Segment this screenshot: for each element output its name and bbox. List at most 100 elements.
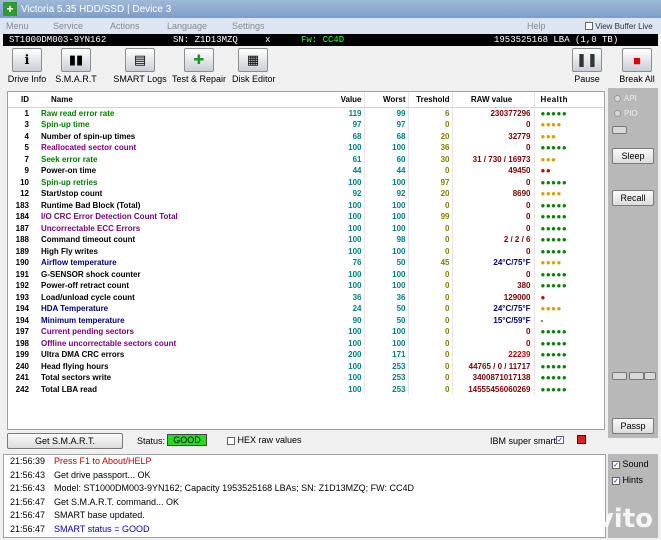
api-radio[interactable]: API: [614, 94, 637, 103]
test-repair-button[interactable]: ✚ Test & Repair: [170, 48, 228, 88]
table-row[interactable]: 240 Head flying hours 100 253 0 44765 / 0 / 1…: [8, 360, 604, 372]
smart-value: 44: [331, 165, 365, 177]
table-row[interactable]: 198 Offline uncorrectable sectors count 10…: [8, 337, 604, 349]
scroll-mid-button[interactable]: [629, 372, 644, 380]
break-all-label: Break All: [619, 74, 655, 84]
hex-raw-checkbox[interactable]: [227, 436, 235, 445]
table-row[interactable]: 9 Power-on time 44 44 0 49450 ●●: [8, 165, 604, 177]
pause-button[interactable]: ❚❚ Pause: [566, 48, 608, 88]
table-row[interactable]: 197 Current pending sectors 100 100 0 0 ●●●●●: [8, 326, 604, 338]
break-all-button[interactable]: ■ Break All: [616, 48, 658, 88]
smart-raw: 0: [452, 119, 535, 131]
smart-id: 192: [15, 281, 29, 290]
col-header-treshold[interactable]: Treshold: [408, 92, 453, 108]
recall-button[interactable]: Recall: [612, 190, 654, 206]
log-message: SMART base updated.: [54, 510, 145, 521]
scroll-left-button[interactable]: [612, 372, 627, 380]
col-header-raw[interactable]: RAW value: [452, 92, 535, 108]
avito-watermark: Avito: [577, 504, 653, 534]
smart-table[interactable]: ID Name Value Worst Treshold RAW value H…: [7, 91, 605, 430]
table-row[interactable]: 3 Spin-up time 97 97 0 0 ●●●●: [8, 119, 604, 131]
table-row[interactable]: 1 Raw read error rate 119 99 6 230377296 ●●●●●: [8, 107, 604, 119]
col-header-value[interactable]: Value: [331, 92, 365, 108]
table-row[interactable]: 183 Runtime Bad Block (Total) 100 100 0 0 ●●●●…: [8, 199, 604, 211]
table-row[interactable]: 190 Airflow temperature 76 50 45 24°C/75°F ●●●…: [8, 257, 604, 269]
toolbar: ℹ Drive Info ▮▮ S.M.A.R.T ▤ SMART Logs ✚ Test &…: [0, 48, 661, 88]
smart-treshold: 0: [408, 314, 453, 326]
menu-item-actions[interactable]: Actions: [110, 21, 140, 31]
table-row[interactable]: 189 High Fly writes 100 100 0 0 ●●●●●: [8, 245, 604, 257]
smart-health: ●●●●●: [540, 327, 568, 336]
smart-worst: 36: [364, 291, 409, 303]
smart-value: 97: [331, 119, 365, 131]
view-buffer-live[interactable]: View Buffer Live: [585, 22, 653, 31]
sound-label: Sound: [622, 459, 649, 469]
logs-icon: ▤: [125, 48, 155, 72]
table-row[interactable]: 7 Seek error rate 61 60 30 31 / 730 / 16973 ●●…: [8, 153, 604, 165]
table-row[interactable]: 241 Total sectors write 100 253 0 34008710171…: [8, 372, 604, 384]
device-bar[interactable]: ST1000DM003-9YN162 SN: Z1D13MZQ x Fw: CC…: [3, 34, 658, 46]
pio-radio[interactable]: PIO: [614, 109, 638, 118]
smart-treshold: 99: [408, 211, 453, 223]
smart-treshold: 20: [408, 188, 453, 200]
view-buffer-checkbox[interactable]: [585, 22, 593, 31]
log-entry: 21:56:47 Get S.M.A.R.T. command... OK: [4, 496, 605, 510]
smart-health: ●●●●●: [540, 373, 568, 382]
col-header-id[interactable]: ID: [8, 92, 35, 108]
table-row[interactable]: 5 Reallocated sector count 100 100 36 0 ●●●●●: [8, 142, 604, 154]
table-row[interactable]: 191 G-SENSOR shock counter 100 100 0 0 ●●●●●: [8, 268, 604, 280]
log-entry: 21:56:47 SMART status = GOOD: [4, 523, 605, 537]
smart-id: 197: [15, 327, 29, 336]
menu-item-settings[interactable]: Settings: [232, 21, 265, 31]
menu-item-language[interactable]: Language: [167, 21, 207, 31]
hex-raw-toggle[interactable]: HEX raw values: [227, 435, 302, 445]
table-row[interactable]: 242 Total LBA read 100 253 0 14555456060269 ●●…: [8, 383, 604, 395]
smart-button[interactable]: ▮▮ S.M.A.R.T: [55, 48, 97, 88]
table-row[interactable]: 194 Minimum temperature 90 50 0 15°C/59°F -: [8, 314, 604, 326]
table-row[interactable]: 10 Spin-up retries 100 100 97 0 ●●●●●: [8, 176, 604, 188]
menu-item-service[interactable]: Service: [53, 21, 83, 31]
smart-health: -: [540, 315, 544, 325]
table-row[interactable]: 188 Command timeout count 100 98 0 2 / 2 / 6 ●…: [8, 234, 604, 246]
smart-health: ●●●: [540, 131, 557, 141]
table-row[interactable]: 12 Start/stop count 92 92 20 8690 ●●●●: [8, 188, 604, 200]
window-title: Victoria 5.35 HDD/SSD | Device 3: [21, 3, 172, 15]
sound-checkbox[interactable]: [612, 460, 620, 469]
col-header-health[interactable]: Health: [534, 92, 604, 108]
scroll-right-button[interactable]: [644, 372, 656, 380]
disk-editor-button[interactable]: ▦ Disk Editor: [232, 48, 276, 88]
log-panel[interactable]: 21:56:39 Press F1 to About/HELP 21:56:43 Ge…: [3, 454, 606, 538]
hints-checkbox[interactable]: [612, 476, 620, 485]
sound-toggle[interactable]: Sound: [612, 459, 649, 469]
sleep-button[interactable]: Sleep: [612, 148, 654, 164]
pause-label: Pause: [574, 74, 600, 84]
smart-health: ●●●●●: [540, 212, 568, 221]
table-row[interactable]: 193 Load/unload cycle count 36 36 0 129000 ●: [8, 291, 604, 303]
table-row[interactable]: 194 HDA Temperature 24 50 0 24°C/75°F ●●●●: [8, 303, 604, 315]
hints-toggle[interactable]: Hints: [612, 475, 643, 485]
table-row[interactable]: 199 Ultra DMA CRC errors 200 171 0 22239 ●●●●●: [8, 349, 604, 361]
smart-raw: 0: [452, 337, 535, 349]
smart-logs-label: SMART Logs: [113, 74, 167, 84]
device-close-icon[interactable]: x: [265, 34, 270, 46]
menu-item-menu[interactable]: Menu: [6, 21, 29, 31]
api-label: API: [624, 94, 637, 103]
table-row[interactable]: 192 Power-off retract count 100 100 0 380 ●●●●…: [8, 280, 604, 292]
smart-logs-button[interactable]: ▤ SMART Logs: [112, 48, 168, 88]
get-smart-button[interactable]: Get S.M.A.R.T.: [7, 433, 123, 449]
table-row[interactable]: 4 Number of spin-up times 68 68 20 32779 ●●●: [8, 130, 604, 142]
smart-raw: 0: [452, 326, 535, 338]
col-header-worst[interactable]: Worst: [364, 92, 409, 108]
menu-item-help[interactable]: Help: [527, 21, 546, 31]
col-header-name[interactable]: Name: [35, 92, 331, 108]
passp-button[interactable]: Passp: [612, 418, 654, 434]
smart-health: ●●●●●: [540, 361, 568, 371]
table-row[interactable]: 187 Uncorrectable ECC Errors 100 100 0 0 ●●●●●: [8, 222, 604, 234]
smart-value: 100: [331, 142, 365, 154]
drive-info-button[interactable]: ℹ Drive Info: [6, 48, 48, 88]
break-all-icon: ■: [622, 48, 652, 72]
log-time: 21:56:43: [10, 483, 46, 494]
mini-toggle[interactable]: [612, 126, 627, 134]
ibm-super-smart-checkbox[interactable]: [556, 436, 564, 444]
table-row[interactable]: 184 I/O CRC Error Detection Count Total 10…: [8, 211, 604, 223]
